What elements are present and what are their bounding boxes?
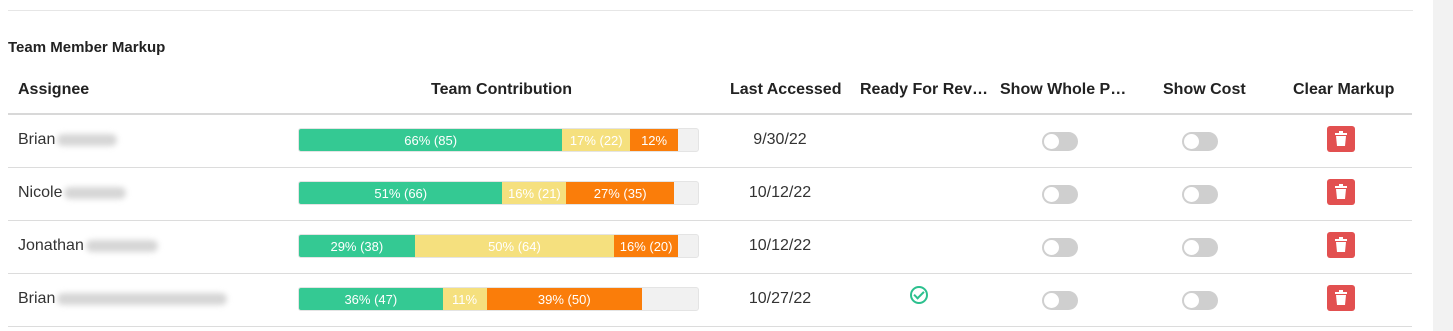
column-header-ready-for-review[interactable]: Ready For Rev…	[860, 81, 988, 99]
column-header-last-accessed[interactable]: Last Accessed	[730, 81, 841, 99]
contribution-segment-orange: 12%	[630, 129, 679, 151]
contribution-bar: 36% (47) 11% 39% (50)	[298, 287, 699, 311]
column-header-show-whole-project[interactable]: Show Whole P…	[1000, 81, 1126, 99]
table-row: Nicole 51% (66) 16% (21) 27% (35) 10/12/22	[8, 168, 1412, 221]
contribution-segment-green: 51% (66)	[299, 182, 503, 204]
contribution-segment-green: 66% (85)	[299, 129, 563, 151]
assignee-name: Nicole	[18, 184, 127, 202]
assignee-name: Brian	[18, 290, 228, 308]
blurred-surname	[57, 292, 228, 305]
trash-icon	[1335, 237, 1347, 252]
top-divider	[8, 10, 1413, 11]
contribution-segment-green: 29% (38)	[299, 235, 415, 257]
table-row: Jonathan 29% (38) 50% (64) 16% (20) 10/12/22	[8, 221, 1412, 274]
show-whole-project-toggle[interactable]	[1042, 291, 1078, 310]
column-header-show-cost[interactable]: Show Cost	[1163, 81, 1246, 99]
show-whole-project-toggle[interactable]	[1042, 132, 1078, 151]
ready-for-review-check-icon	[910, 286, 928, 304]
show-cost-toggle[interactable]	[1182, 185, 1218, 204]
trash-icon	[1335, 131, 1347, 146]
column-header-clear-markup[interactable]: Clear Markup	[1293, 81, 1394, 99]
assignee-name: Jonathan	[18, 237, 158, 255]
assignee-first-name: Jonathan	[18, 237, 84, 254]
contribution-segment-yellow: 17% (22)	[562, 129, 631, 151]
contribution-segment-yellow: 11%	[442, 288, 487, 310]
clear-markup-button[interactable]	[1327, 179, 1355, 205]
vertical-scrollbar[interactable]	[1433, 0, 1453, 331]
blurred-surname	[57, 133, 118, 146]
last-accessed-date: 10/27/22	[748, 290, 812, 307]
contribution-segment-green: 36% (47)	[299, 288, 443, 310]
assignee-first-name: Nicole	[18, 184, 63, 201]
assignee-first-name: Brian	[18, 290, 56, 307]
show-whole-project-toggle[interactable]	[1042, 238, 1078, 257]
contribution-segment-orange: 27% (35)	[566, 182, 675, 204]
clear-markup-button[interactable]	[1327, 232, 1355, 258]
section-title: Team Member Markup	[8, 39, 166, 56]
show-cost-toggle[interactable]	[1182, 132, 1218, 151]
contribution-segment-orange: 16% (20)	[614, 235, 679, 257]
contribution-segment-yellow: 16% (21)	[502, 182, 567, 204]
table-body: Brian 66% (85) 17% (22) 12% 9/30/22 Nicole 51%…	[8, 115, 1412, 327]
assignee-first-name: Brian	[18, 131, 56, 148]
contribution-segment-orange: 39% (50)	[486, 288, 643, 310]
column-header-team-contribution[interactable]: Team Contribution	[431, 81, 572, 99]
clear-markup-button[interactable]	[1327, 126, 1355, 152]
last-accessed-date: 10/12/22	[748, 184, 812, 201]
last-accessed-date: 10/12/22	[748, 237, 812, 254]
trash-icon	[1335, 184, 1347, 199]
contribution-bar: 51% (66) 16% (21) 27% (35)	[298, 181, 699, 205]
blurred-surname	[64, 186, 127, 199]
last-accessed-date: 9/30/22	[753, 131, 807, 148]
show-cost-toggle[interactable]	[1182, 238, 1218, 257]
show-cost-toggle[interactable]	[1182, 291, 1218, 310]
show-whole-project-toggle[interactable]	[1042, 185, 1078, 204]
table-row: Brian 36% (47) 11% 39% (50) 10/27/22	[8, 274, 1412, 327]
table-header: Assignee Team Contribution Last Accessed…	[8, 68, 1412, 115]
clear-markup-button[interactable]	[1327, 285, 1355, 311]
team-member-table: Assignee Team Contribution Last Accessed…	[8, 68, 1412, 327]
contribution-bar: 29% (38) 50% (64) 16% (20)	[298, 234, 699, 258]
assignee-name: Brian	[18, 131, 118, 149]
column-header-assignee[interactable]: Assignee	[18, 81, 89, 99]
blurred-surname	[85, 239, 158, 252]
trash-icon	[1335, 290, 1347, 305]
table-row: Brian 66% (85) 17% (22) 12% 9/30/22	[8, 115, 1412, 168]
contribution-bar: 66% (85) 17% (22) 12%	[298, 128, 699, 152]
contribution-segment-yellow: 50% (64)	[414, 235, 615, 257]
